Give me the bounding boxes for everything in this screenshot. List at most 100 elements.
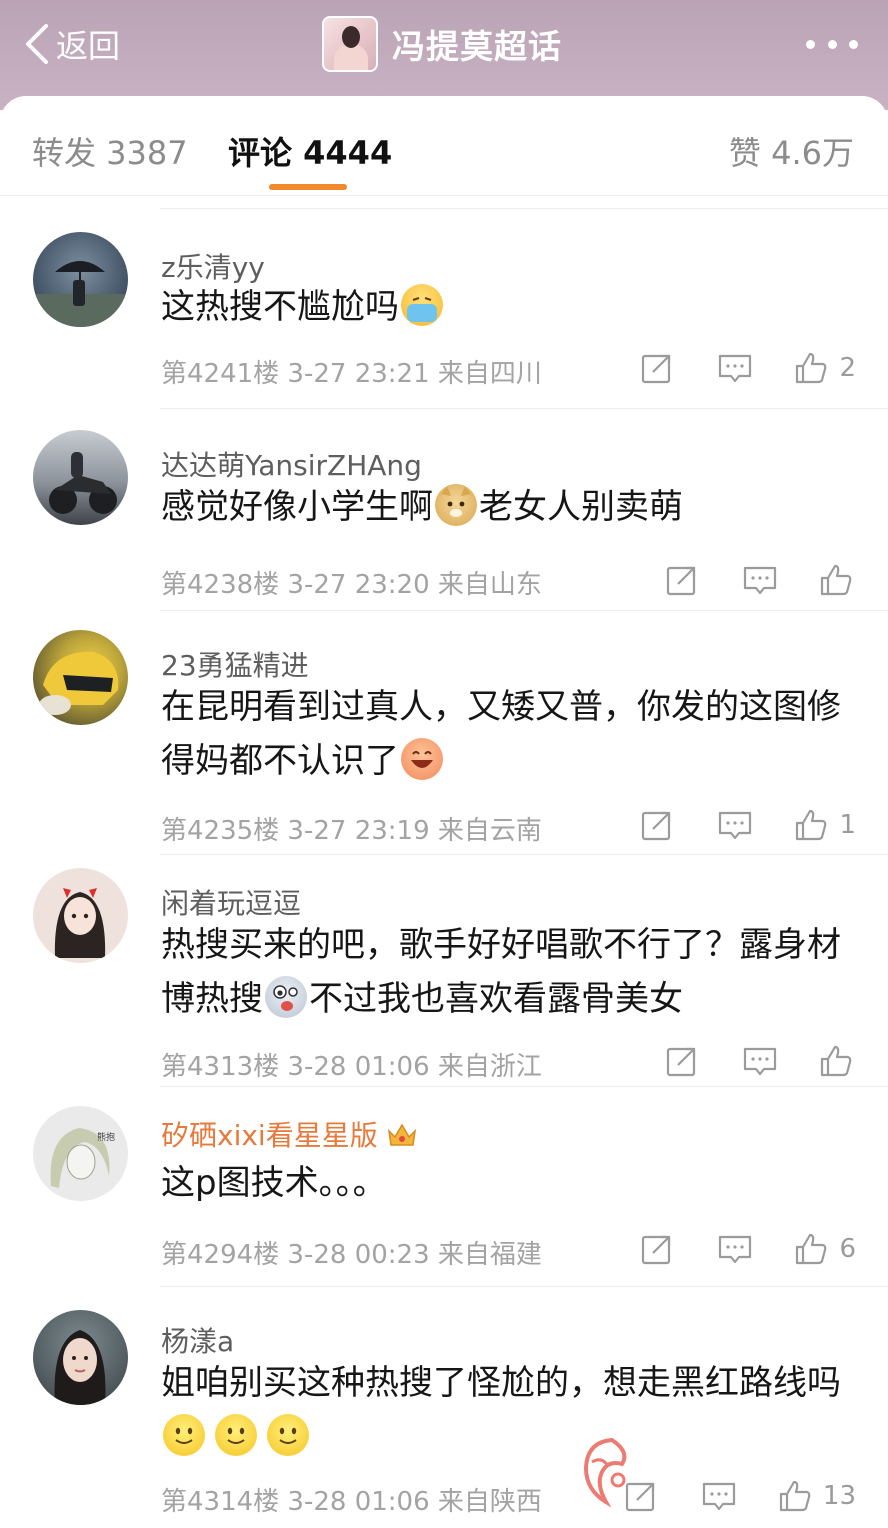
comment-icon [719, 811, 752, 840]
supertopic-avatar [322, 16, 378, 72]
comment-meta: 第4235楼 3-27 23:19 来自云南 [161, 816, 542, 846]
reply-button[interactable] [742, 1043, 778, 1079]
dot-icon [827, 39, 837, 49]
tab-like[interactable]: 赞 4.6万 [729, 128, 854, 174]
avatar[interactable] [33, 232, 128, 327]
share-button[interactable] [639, 1231, 675, 1267]
comment-body-continued: 老女人别卖萌 [479, 487, 683, 527]
like-button[interactable] [818, 1043, 854, 1079]
share-icon [642, 811, 671, 841]
like-button[interactable]: 6 [793, 1231, 856, 1267]
smile-emoji [215, 1414, 257, 1456]
umbrella-figure-image [33, 261, 128, 327]
like-count: 6 [839, 1234, 856, 1264]
anime-girl-image [54, 888, 106, 958]
laughing-emoji [401, 738, 443, 780]
comment-body: 姐咱别买这种热搜了怪尬的，想走黑红路线吗 [161, 1363, 841, 1403]
comment-icon [743, 566, 777, 595]
dot-icon [806, 39, 815, 49]
comment-body: 感觉好像小学生啊 [161, 487, 433, 527]
comment-meta: 第4313楼 3-28 01:06 来自浙江 [161, 1052, 542, 1082]
avatar[interactable] [33, 868, 128, 963]
comment-icon [719, 1235, 752, 1264]
comment-text: 感觉好像小学生啊 老女人别卖萌 [161, 480, 851, 534]
crown-badge-icon [387, 1123, 416, 1146]
comment-actions [664, 1041, 854, 1081]
share-icon [666, 566, 696, 596]
like-button[interactable]: 1 [793, 807, 856, 843]
share-button[interactable] [664, 1043, 700, 1079]
more-options-button[interactable] [806, 34, 858, 54]
thumbs-up-icon [796, 352, 827, 384]
username[interactable]: 闲着玩逗逗 [161, 882, 301, 922]
comment-actions: 1 [639, 805, 856, 845]
share-icon [642, 354, 671, 384]
comment-icon [702, 1482, 736, 1511]
thumbs-up-icon [796, 809, 827, 841]
divider [160, 208, 888, 209]
supertopic-title[interactable]: 冯提莫超话 [322, 16, 562, 72]
comment-text: 这热搜不尴尬吗 [161, 280, 851, 334]
active-tab-indicator [269, 184, 347, 190]
top-bar: 返回 冯提莫超话 [0, 0, 888, 110]
avatar[interactable] [33, 1310, 128, 1405]
divider [160, 610, 888, 611]
svg-text:熊抱: 熊抱 [97, 1131, 115, 1143]
smile-emoji [163, 1414, 205, 1456]
comment-icon [719, 354, 752, 383]
share-icon [666, 1047, 696, 1077]
reply-button[interactable] [717, 1231, 753, 1267]
share-button[interactable] [639, 350, 675, 386]
comment-meta: 第4294楼 3-28 00:23 来自福建 [161, 1240, 542, 1270]
username[interactable]: 矽硒xixi看星星版 [161, 1114, 418, 1154]
comment-meta: 第4241楼 3-27 23:21 来自四川 [161, 359, 542, 389]
like-button[interactable]: 2 [793, 350, 856, 386]
username[interactable]: 杨漾a [161, 1320, 234, 1360]
divider [160, 408, 888, 409]
divider [160, 1086, 888, 1087]
motorcycle-image [49, 452, 117, 514]
thumbs-up-icon [796, 1233, 827, 1265]
divider [160, 1286, 888, 1287]
tab-bar: 转发 3387 评论 4444 赞 4.6万 [0, 96, 888, 196]
doge-emoji [435, 484, 477, 526]
comment-body: 这p图技术。。。 [161, 1163, 387, 1203]
like-button[interactable] [818, 562, 854, 598]
comment-actions: 6 [639, 1229, 856, 1269]
avatar[interactable] [33, 630, 128, 725]
thumbs-up-icon [820, 1045, 852, 1077]
reply-button[interactable] [717, 350, 753, 386]
sketch-girl-image: 熊抱 [50, 1128, 115, 1188]
share-icon [642, 1235, 671, 1265]
silly-face-emoji [265, 976, 307, 1018]
comment-text: 热搜买来的吧，歌手好好唱歌不行了？露身材博热搜 不过我也喜欢看露骨美女 [161, 918, 851, 1026]
comment-meta: 第4314楼 3-28 01:06 来自陕西 [161, 1487, 542, 1517]
share-button[interactable] [639, 807, 675, 843]
comment-body: 这热搜不尴尬吗 [161, 287, 399, 327]
comment-actions: 2 [639, 348, 856, 388]
reply-button[interactable] [701, 1478, 737, 1514]
comment-icon [743, 1047, 777, 1076]
like-count: 1 [839, 810, 856, 840]
username[interactable]: 达达萌YansirZHAng [161, 444, 422, 484]
back-button[interactable]: 返回 [22, 22, 120, 66]
avatar[interactable] [33, 430, 128, 525]
divider [160, 854, 888, 855]
reply-button[interactable] [742, 562, 778, 598]
page-title: 冯提莫超话 [392, 27, 562, 66]
like-button[interactable]: 13 [777, 1478, 856, 1514]
username-text: 矽硒xixi看星星版 [161, 1119, 378, 1152]
woman-portrait-image [54, 1330, 106, 1405]
comment-body: 在昆明看到过真人，又矮又普，你发的这图修得妈都不认识了 [161, 687, 841, 781]
tab-repost[interactable]: 转发 3387 [32, 128, 188, 174]
comment-actions: 13 [623, 1476, 856, 1516]
reply-button[interactable] [717, 807, 753, 843]
back-label: 返回 [56, 27, 121, 65]
like-count: 13 [822, 1481, 856, 1511]
share-button[interactable] [664, 562, 700, 598]
username[interactable]: 23勇猛精进 [161, 644, 309, 684]
smile-emoji [267, 1414, 309, 1456]
comment-text: 在昆明看到过真人，又矮又普，你发的这图修得妈都不认识了 [161, 680, 851, 788]
comment-body-continued: 不过我也喜欢看露骨美女 [309, 979, 683, 1019]
avatar[interactable]: 熊抱 [33, 1106, 128, 1201]
